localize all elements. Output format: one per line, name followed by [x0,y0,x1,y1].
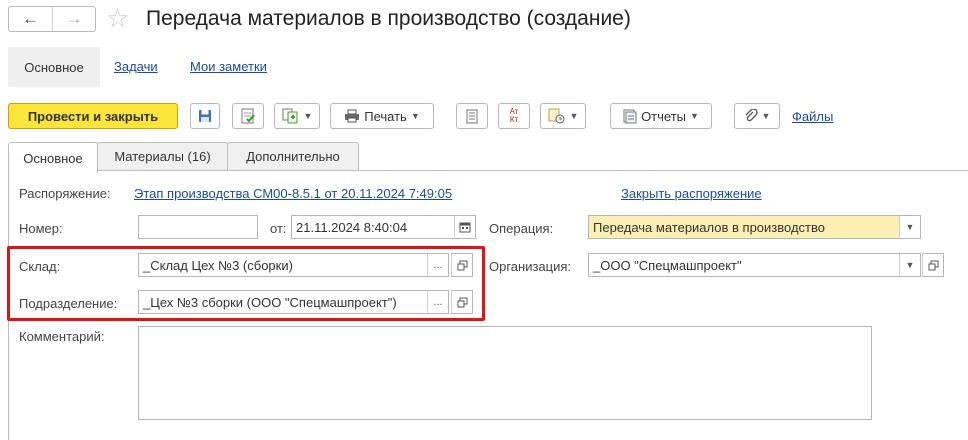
dt-kt-button[interactable]: Ат Кт [498,103,530,129]
number-label: Номер: [19,221,63,236]
chevron-down-icon: ▼ [303,111,313,121]
arrow-left-icon: ← [22,9,39,28]
paperclip-icon [744,109,758,123]
tab-additional[interactable]: Дополнительно [227,142,359,170]
tab-main[interactable]: Основное [8,142,98,173]
reports-button-label: Отчеты [641,108,686,124]
order-label: Распоряжение: [19,186,111,201]
create-based-on-icon [282,108,300,124]
organization-open-button[interactable] [922,253,944,277]
operation-select[interactable]: Передача материалов в производство [588,215,900,239]
post-and-close-button[interactable]: Провести и закрыть [8,103,178,129]
save-button[interactable] [190,103,220,129]
kt-label: Кт [509,115,519,124]
arrow-right-icon: → [65,9,83,28]
post-button[interactable] [232,103,264,129]
organization-dropdown-button[interactable]: ▼ [899,253,921,277]
forward-button[interactable]: → [52,7,95,31]
chevron-down-icon: ▼ [905,222,915,232]
date-label: от: [270,221,287,236]
document-list-icon [466,109,478,124]
close-order-link[interactable]: Закрыть распоряжение [621,186,762,201]
calendar-icon [459,221,471,233]
comment-label: Комментарий: [19,329,105,344]
tab-materials[interactable]: Материалы (16) [97,142,228,170]
organization-input[interactable]: _ООО "Спецмашпроект" [588,253,900,277]
window-title: Передача материалов в производство (созд… [146,7,631,30]
related-documents-icon [548,108,566,124]
comment-textarea[interactable] [138,326,872,420]
chevron-down-icon: ▼ [569,111,579,121]
number-input[interactable] [138,215,258,239]
structure-button[interactable] [456,103,488,129]
files-link[interactable]: Файлы [792,109,833,124]
post-document-icon [240,108,256,124]
printer-icon [344,109,360,123]
open-window-icon [928,260,939,271]
organization-label: Организация: [489,259,572,274]
history-nav: ← → [8,6,96,32]
create-based-on-button[interactable]: ▼ [274,103,320,129]
form-tab-main[interactable]: Основное [8,47,100,87]
highlight-frame [7,246,485,321]
calendar-button[interactable] [454,215,476,239]
reports-icon [623,109,637,124]
attachments-button[interactable]: ▼ [734,103,780,129]
operation-label: Операция: [489,221,554,236]
form-tab-notes[interactable]: Мои заметки [190,59,267,74]
chevron-down-icon: ▼ [905,260,915,270]
print-button[interactable]: Печать ▼ [330,103,434,129]
chevron-down-icon: ▼ [690,111,699,121]
operation-dropdown-button[interactable]: ▼ [899,215,921,239]
reports-button[interactable]: Отчеты ▼ [610,103,712,129]
favorite-star-icon[interactable]: ☆ [106,4,129,32]
back-button[interactable]: ← [9,7,52,31]
order-link[interactable]: Этап производства СМ00-8.5.1 от 20.11.20… [134,186,452,201]
print-button-label: Печать [364,108,407,124]
save-icon [198,109,212,123]
chevron-down-icon: ▼ [761,111,771,121]
related-documents-button[interactable]: ▼ [540,103,586,129]
date-input[interactable]: 21.11.2024 8:40:04 [291,215,455,239]
chevron-down-icon: ▼ [410,111,420,121]
form-tab-tasks[interactable]: Задачи [114,59,158,74]
